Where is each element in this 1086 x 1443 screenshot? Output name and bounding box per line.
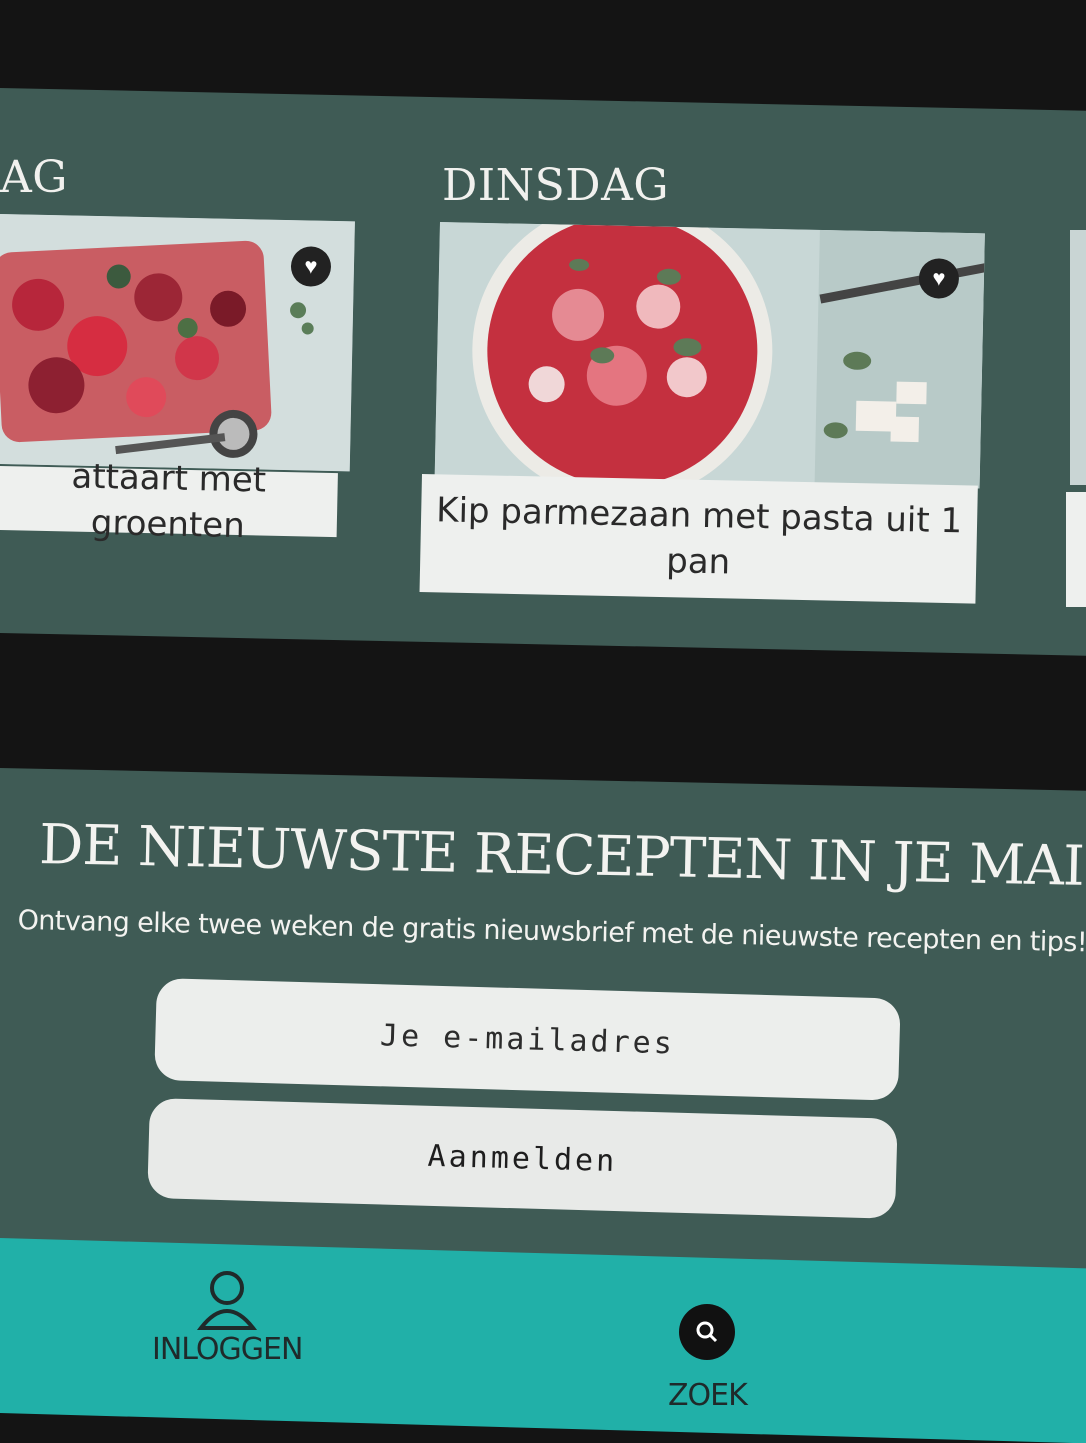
recipe-title[interactable]: Kip parmezaan met pasta uit 1 pan xyxy=(419,474,978,604)
subscribe-button[interactable]: Aanmelden xyxy=(147,1098,898,1219)
email-input[interactable] xyxy=(154,978,901,1101)
recipe-title[interactable]: attaart met groenten xyxy=(0,457,338,546)
nav-search[interactable]: ZOEK xyxy=(668,1304,748,1413)
recipe-photo xyxy=(434,222,985,489)
user-icon xyxy=(197,1271,258,1330)
day-label: DINSDAG xyxy=(442,160,670,211)
search-icon xyxy=(679,1304,736,1360)
recipe-image[interactable]: ♥ xyxy=(0,214,355,472)
day-label: AG xyxy=(0,152,68,203)
nav-login[interactable]: INLOGGEN xyxy=(152,1268,303,1367)
next-recipe-title-edge[interactable] xyxy=(1066,492,1086,607)
next-recipe-image-edge[interactable] xyxy=(1070,230,1086,485)
recipe-image[interactable]: ♥ xyxy=(434,222,985,489)
nav-login-label: INLOGGEN xyxy=(152,1332,303,1367)
nav-search-label: ZOEK xyxy=(668,1378,748,1413)
